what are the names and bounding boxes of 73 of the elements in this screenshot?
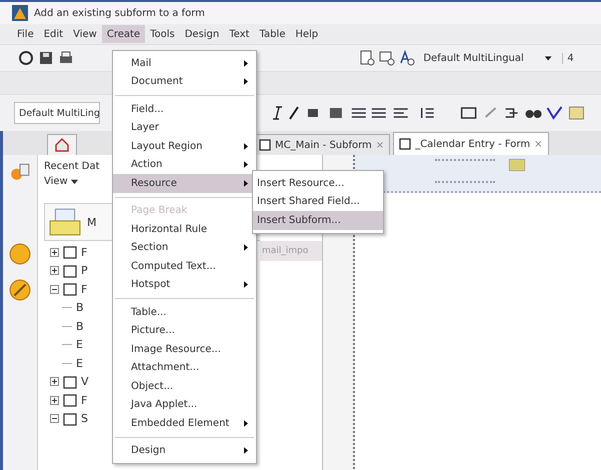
menu-item[interactable]: Object... xyxy=(113,377,256,396)
tree-item[interactable]: F xyxy=(81,246,88,259)
menu-item[interactable]: View xyxy=(68,25,102,43)
menu-item[interactable]: Mail xyxy=(113,54,256,72)
close-button[interactable]: × xyxy=(534,138,542,150)
view-button[interactable]: View xyxy=(44,176,78,187)
menu-item[interactable]: Insert Shared Field... xyxy=(253,192,383,211)
menu-item[interactable]: Layer xyxy=(113,118,256,137)
menu-item[interactable]: Text xyxy=(224,25,254,43)
form-icon[interactable] xyxy=(379,50,396,66)
menu-item[interactable]: Computed Text... xyxy=(113,257,256,276)
collapse-icon[interactable] xyxy=(50,414,59,424)
expand-icon[interactable] xyxy=(50,396,59,405)
menu-item[interactable]: Insert Resource... xyxy=(253,174,383,192)
mail-tray-icon xyxy=(49,208,81,236)
menu-item[interactable]: Design xyxy=(113,442,256,460)
window-title: Add an existing subform to a form xyxy=(34,8,205,18)
tab-label: _Calendar Entry - Form xyxy=(415,138,530,150)
size-field[interactable]: 4 xyxy=(562,52,601,64)
tree-item[interactable]: S xyxy=(81,412,88,426)
font-icon[interactable] xyxy=(399,50,416,66)
menu-item[interactable]: Action xyxy=(113,156,256,174)
font-dropdown[interactable]: Default MultiLing xyxy=(14,102,100,124)
menu-item[interactable]: Document xyxy=(113,72,256,91)
menu-item[interactable]: Java Applet... xyxy=(113,396,256,414)
expand-icon[interactable] xyxy=(50,377,59,386)
menu-item[interactable]: Edit xyxy=(38,25,68,43)
menu-item[interactable]: Field... xyxy=(113,100,256,118)
menu-item[interactable]: Image Resource... xyxy=(113,340,256,358)
expand-icon[interactable] xyxy=(50,248,59,257)
database-name: M xyxy=(87,216,96,228)
tree-item[interactable]: F xyxy=(81,394,88,407)
menu-item[interactable]: Layout Region xyxy=(113,137,256,156)
tree-item[interactable]: F xyxy=(81,282,88,296)
menu-item[interactable]: File xyxy=(12,25,39,43)
menu-item[interactable]: Attachment... xyxy=(113,358,256,377)
menu-item[interactable]: Help xyxy=(290,25,324,43)
save-icon[interactable] xyxy=(38,50,54,66)
field-placeholder xyxy=(435,159,495,183)
panel-title: Recent Dat xyxy=(44,161,100,172)
menu-item[interactable]: Hotspot xyxy=(113,276,256,294)
circle-icon[interactable] xyxy=(18,50,34,66)
form-icon xyxy=(399,138,412,150)
expand-icon[interactable] xyxy=(50,266,59,276)
collapse-icon[interactable] xyxy=(50,284,59,294)
app-icon xyxy=(12,5,28,21)
tree-item[interactable]: B xyxy=(76,301,84,314)
menu-item[interactable]: Horizontal Rule xyxy=(113,220,256,238)
field-icon xyxy=(509,159,525,171)
menu-item[interactable]: Tools xyxy=(145,25,180,43)
menu-item[interactable]: Create xyxy=(102,25,146,43)
form-icon xyxy=(259,139,271,151)
font-dropdown[interactable]: Default MultiLingual xyxy=(423,49,536,67)
home-icon xyxy=(54,137,70,153)
menu-item[interactable]: Table... xyxy=(113,303,256,322)
column-header: mail_impo xyxy=(260,241,322,261)
tree-item[interactable]: E xyxy=(76,356,83,370)
print-icon[interactable] xyxy=(58,50,74,66)
menu-item[interactable]: Design xyxy=(180,25,224,43)
tree-item[interactable]: E xyxy=(76,338,83,352)
tree-item[interactable]: V xyxy=(81,375,89,388)
menu-item[interactable]: Picture... xyxy=(113,322,256,340)
menu-item[interactable]: Section xyxy=(113,238,256,257)
form-icon[interactable] xyxy=(359,50,376,66)
menu-item[interactable]: Embedded Element xyxy=(113,414,256,432)
tab-label: MC_Main - Subform xyxy=(275,140,372,150)
document-tab[interactable]: _Calendar Entry - Form × xyxy=(393,132,548,155)
tree-item[interactable]: P xyxy=(81,264,88,278)
menu-item[interactable]: Insert Subform... xyxy=(253,211,383,230)
caret-icon xyxy=(70,178,78,185)
tree-item[interactable]: B xyxy=(76,320,84,333)
menu-item[interactable]: Table xyxy=(254,25,290,43)
home-tab[interactable] xyxy=(47,134,77,155)
